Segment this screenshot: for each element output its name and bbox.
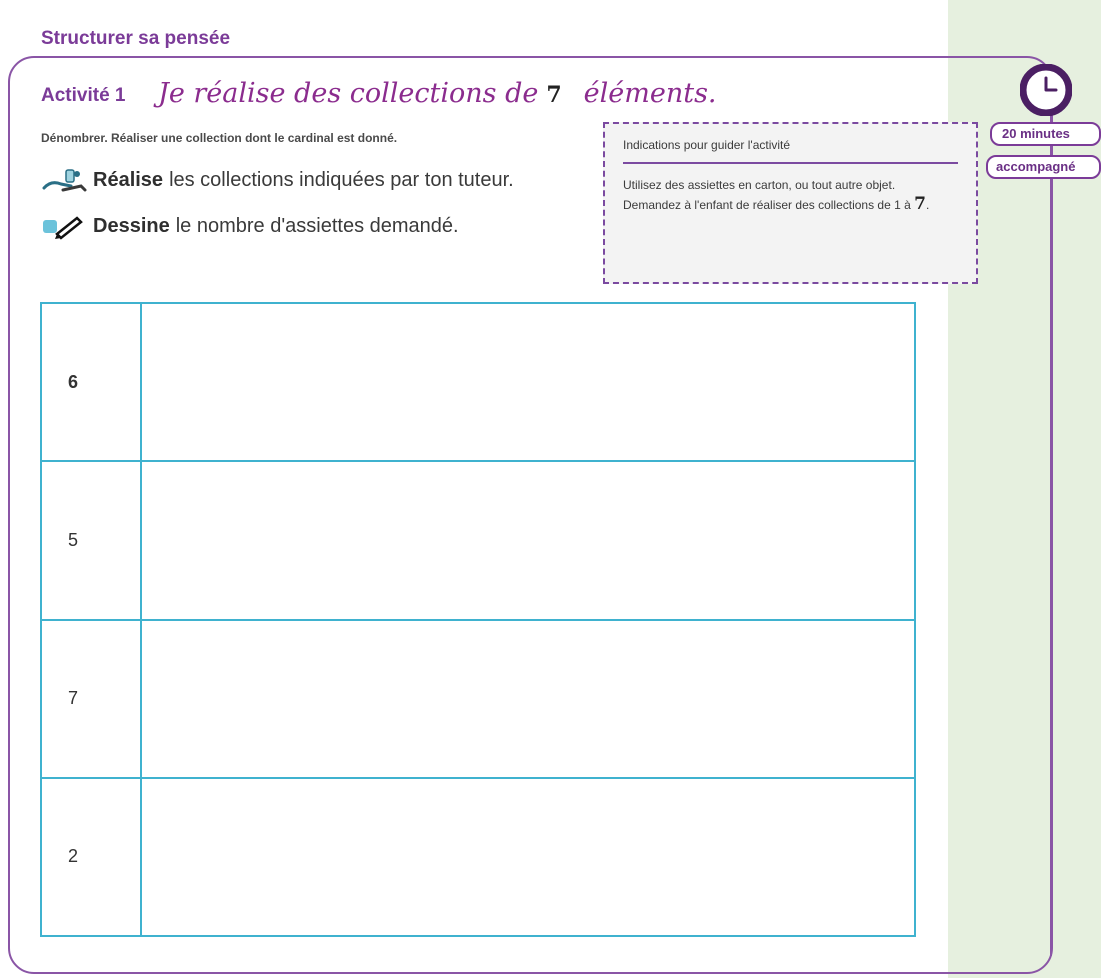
collection-table: 6 5 7 2 <box>40 301 916 938</box>
timeline-line <box>1050 104 1052 956</box>
drawing-area-cell[interactable] <box>140 460 916 621</box>
drawing-area-cell[interactable] <box>140 618 916 779</box>
duration-badge: 20 minutes <box>990 122 1101 146</box>
guide-box: Indications pour guider l'activité Utili… <box>603 122 978 284</box>
row-number-cell: 6 <box>40 301 142 463</box>
guide-title: Indications pour guider l'activité <box>623 138 958 164</box>
activity-title: Je réalise des collections de 7 éléments. <box>158 78 717 109</box>
activity-title-number: 7 <box>546 82 562 108</box>
activity-title-text: Je réalise des collections de <box>158 78 539 109</box>
instruction-2: Dessine le nombre d'assiettes demandé. <box>41 212 459 240</box>
table-row: 5 <box>40 460 916 621</box>
row-number-cell: 7 <box>40 618 142 779</box>
instruction-1: Réalise les collections indiquées par to… <box>41 166 514 194</box>
instruction-1-verb: Réalise <box>93 168 164 191</box>
guide-paragraph-1: Utilisez des assiettes en carton, ou tou… <box>623 178 896 192</box>
row-number-cell: 5 <box>40 460 142 621</box>
table-row: 7 <box>40 618 916 779</box>
hands-manipulation-icon <box>41 166 89 194</box>
instruction-2-text: le nombre d'assiettes demandé. <box>175 214 459 237</box>
eraser-pencil-icon <box>41 212 89 240</box>
section-title: Structurer sa pensée <box>41 28 231 49</box>
clock-icon <box>1020 64 1072 116</box>
activity-title-end: éléments. <box>583 78 717 109</box>
table-row: 2 <box>40 776 916 938</box>
instruction-2-verb: Dessine <box>93 214 170 237</box>
drawing-area-cell[interactable] <box>140 301 916 463</box>
mode-badge: accompagné <box>986 155 1101 179</box>
instruction-1-text: les collections indiquées par ton tuteur… <box>169 168 514 191</box>
guide-text: Utilisez des assiettes en carton, ou tou… <box>623 176 958 215</box>
drawing-area-cell[interactable] <box>140 776 916 938</box>
objective-text: Dénombrer. Réaliser une collection dont … <box>41 131 398 145</box>
row-number-cell: 2 <box>40 776 142 938</box>
guide-paragraph-2-text: Demandez à l'enfant de réaliser des coll… <box>623 198 911 212</box>
activity-label: Activité 1 <box>41 85 126 106</box>
guide-paragraph-2: Demandez à l'enfant de réaliser des coll… <box>623 195 958 215</box>
guide-paragraph-2-number: 7 <box>914 194 926 214</box>
table-row: 6 <box>40 301 916 463</box>
guide-paragraph-2-end: . <box>925 198 930 212</box>
